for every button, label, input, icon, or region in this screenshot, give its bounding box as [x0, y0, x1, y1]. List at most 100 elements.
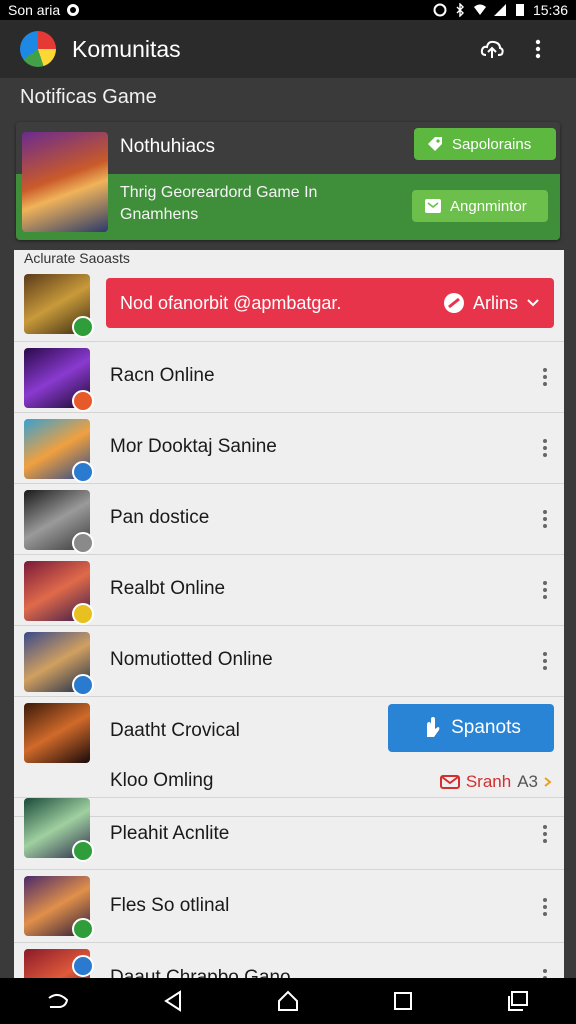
- info-badge-icon: [72, 461, 94, 483]
- copy-icon: [508, 991, 529, 1011]
- game-list: Aclurate Saoasts Nod ofanorbit @apmbatga…: [14, 250, 564, 978]
- wifi-icon: [473, 4, 486, 15]
- game-thumbnail: [24, 490, 94, 554]
- list-item[interactable]: Daaut Chrapbo Gano: [14, 943, 564, 978]
- back-triangle-icon: [163, 990, 181, 1012]
- hand-pointer-icon: [427, 717, 440, 737]
- check-badge-icon: [72, 918, 94, 940]
- more-options-icon[interactable]: [542, 652, 548, 670]
- mail-icon: [439, 775, 460, 789]
- alert-action[interactable]: Arlins: [443, 292, 540, 314]
- promo-secondary-button[interactable]: Angnmintor: [412, 190, 548, 222]
- more-options-icon[interactable]: [542, 439, 548, 457]
- list-item-label: Fles So otlinal: [110, 895, 230, 916]
- more-options-icon[interactable]: [542, 581, 548, 599]
- app-title: Komunitas: [72, 35, 181, 62]
- section-title: Notificas Game: [20, 86, 157, 108]
- back-swipe-button[interactable]: [38, 981, 78, 1021]
- promo-description: Thrig Georeardord Game In Gnamhens: [120, 184, 318, 223]
- multi-window-button[interactable]: [498, 981, 538, 1021]
- verified-badge-icon: [72, 955, 94, 977]
- sub-item-label: Kloo Omling: [110, 770, 214, 791]
- battery-icon: [515, 4, 524, 16]
- list-item-label: Pleahit Acnlite: [110, 823, 230, 844]
- check-badge-icon: [72, 316, 94, 338]
- promo-card[interactable]: Nothuhiacs Thrig Georeardord Game In Gna…: [16, 122, 560, 240]
- alert-text: Nod ofanorbit @apmbatgar.: [120, 292, 342, 313]
- game-thumbnail: [24, 798, 94, 862]
- list-item[interactable]: Mor Dooktaj Sanine: [14, 413, 564, 484]
- alert-action-label: Arlins: [472, 292, 518, 313]
- promo-title: Nothuhiacs: [120, 136, 216, 157]
- message-icon: [425, 199, 441, 213]
- game-thumbnail: [24, 348, 94, 412]
- game-thumbnail: [24, 949, 94, 978]
- list-item[interactable]: Pleahit Acnlite: [14, 797, 564, 870]
- game-thumbnail: [24, 274, 94, 338]
- alert-row: Nod ofanorbit @apmbatgar. Arlins: [14, 268, 564, 342]
- game-thumbnail: [24, 561, 94, 625]
- alert-banner[interactable]: Nod ofanorbit @apmbatgar. Arlins: [106, 278, 554, 328]
- sub-item-action[interactable]: Sranh A3: [439, 772, 552, 792]
- list-item-label: Racn Online: [110, 365, 215, 386]
- status-bar: Son aria 15:36: [0, 0, 576, 20]
- tag-icon: [428, 137, 442, 151]
- back-button[interactable]: [153, 981, 193, 1021]
- list-item[interactable]: Realbt Online: [14, 555, 564, 626]
- game-thumbnail: [24, 876, 94, 940]
- list-item-label: Daaut Chrapbo Gano: [110, 967, 291, 978]
- verified-badge-icon: [72, 674, 94, 696]
- home-icon: [277, 990, 298, 1011]
- list-item[interactable]: Nomutiotted Online: [14, 626, 564, 697]
- app-bar: Komunitas: [0, 20, 576, 78]
- more-options-icon[interactable]: [542, 825, 548, 843]
- list-item[interactable]: Pan dostice: [14, 484, 564, 555]
- list-item-label: Nomutiotted Online: [110, 649, 273, 670]
- list-item-label: Pan dostice: [110, 507, 210, 528]
- sub-action-suffix: A3: [517, 772, 538, 791]
- list-header: Aclurate Saoasts: [24, 250, 130, 266]
- upload-button[interactable]: [474, 31, 510, 67]
- promo-game-art: [22, 132, 108, 232]
- chevron-right-icon: [544, 777, 552, 787]
- clock: 15:36: [532, 2, 568, 18]
- home-button[interactable]: [268, 981, 308, 1021]
- list-item-label: Daatht Crovical: [110, 720, 240, 741]
- bluetooth-icon: [456, 3, 464, 17]
- game-thumbnail: [24, 703, 90, 763]
- notification-icon: [67, 4, 80, 16]
- app-logo: [20, 31, 56, 67]
- game-thumbnail: [24, 419, 94, 483]
- more-options-icon[interactable]: [542, 368, 548, 386]
- coin-badge-icon: [72, 603, 94, 625]
- game-thumbnail: [24, 632, 94, 696]
- spanots-button[interactable]: Spanots: [388, 704, 554, 752]
- promo-primary-label: Sapolorains: [452, 135, 532, 153]
- more-vert-icon: [535, 39, 541, 59]
- carrier-label: Son aria: [8, 2, 61, 18]
- list-item-label: Realbt Online: [110, 578, 226, 599]
- list-item[interactable]: Racn Online: [14, 342, 564, 413]
- check-badge-icon: [72, 840, 94, 862]
- alarm-icon: [433, 3, 447, 17]
- list-item-label: Mor Dooktaj Sanine: [110, 436, 277, 457]
- navigation-bar: [0, 978, 576, 1024]
- no-entry-icon: [443, 293, 464, 313]
- list-item[interactable]: Fles So otlinal: [14, 870, 564, 943]
- promo-primary-button[interactable]: Sapolorains: [414, 128, 556, 160]
- more-options-icon[interactable]: [542, 898, 548, 916]
- signal-icon: [493, 4, 506, 16]
- undo-icon: [47, 994, 68, 1008]
- promo-secondary-label: Angnmintor: [450, 197, 527, 215]
- status-badge-icon: [72, 532, 94, 554]
- recents-button[interactable]: [383, 981, 423, 1021]
- square-icon: [394, 992, 413, 1010]
- cloud-upload-icon: [480, 40, 504, 58]
- more-options-icon[interactable]: [542, 510, 548, 528]
- overflow-menu-button[interactable]: [520, 31, 556, 67]
- warning-badge-icon: [72, 390, 94, 412]
- sub-action-label: Sranh: [465, 772, 512, 791]
- more-options-icon[interactable]: [542, 969, 548, 978]
- spanots-label: Spanots: [451, 717, 521, 738]
- chevron-down-icon: [527, 299, 539, 307]
